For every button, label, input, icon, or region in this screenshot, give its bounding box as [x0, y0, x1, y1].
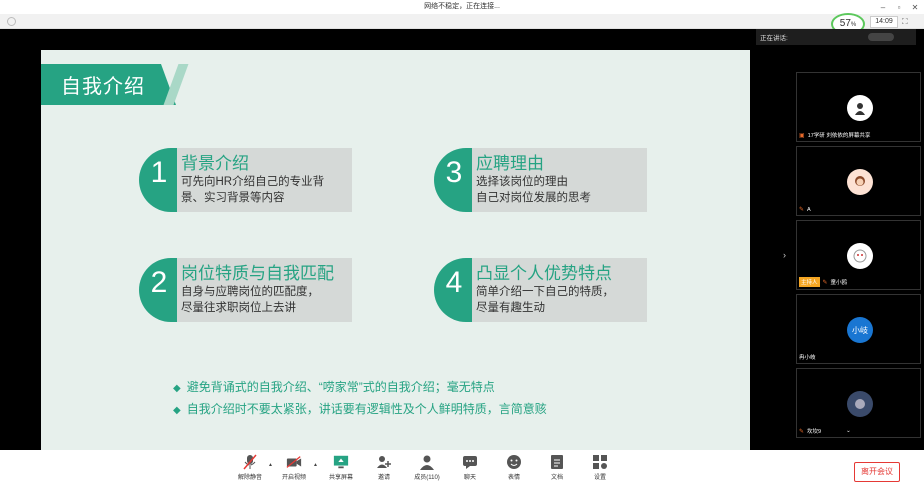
members-button[interactable]: 成员(110) — [407, 454, 447, 481]
slide-card-2: 2 岗位特质与自我匹配 自身与应聘岗位的匹配度， 尽量往求职岗位上去讲 — [139, 258, 354, 322]
slide-bullet: ◆ 避免背诵式的自我介绍、“唠家常”式的自我介绍；毫无特点 — [173, 380, 495, 394]
share-screen-button[interactable]: 共享屏幕 — [321, 454, 361, 481]
mic-muted-icon — [242, 454, 258, 470]
participant-name: 坎坎9 — [807, 429, 822, 435]
video-tile[interactable]: ✎ A — [796, 146, 921, 216]
window-title: 网络不稳定，正在连接... — [424, 3, 500, 10]
diamond-bullet-icon: ◆ — [173, 405, 181, 416]
slide-bullet: ◆ 自我介绍时不要太紧张，讲话要有逻辑性及个人鲜明特质，言简意赅 — [173, 402, 547, 416]
emoji-icon — [506, 454, 522, 470]
video-tile[interactable]: ✎ 坎坎9 ⌄ — [796, 368, 921, 438]
network-unit: % — [850, 22, 857, 28]
network-percent: 57 — [839, 18, 851, 29]
leave-meeting-button[interactable]: 离开会议 — [854, 462, 900, 482]
avatar — [847, 169, 873, 195]
speaking-label: 正在讲话: — [760, 35, 788, 42]
avatar: 小岐 — [847, 317, 873, 343]
mic-icon: ✎ — [822, 279, 828, 286]
documents-button[interactable]: 文档 — [537, 454, 577, 481]
fullscreen-icon[interactable]: ⛶ — [902, 17, 908, 27]
close-button[interactable]: ✕ — [910, 3, 920, 12]
members-icon — [419, 454, 435, 470]
invite-icon — [376, 454, 392, 470]
meeting-topbar — [0, 14, 924, 29]
card-number: 1 — [150, 156, 168, 189]
meeting-toolbar: 解除静音 ▲ 开启视频 ▲ 共享屏幕 邀请 成员(110) 聊天 表情 文档 设… — [0, 450, 924, 494]
invite-button[interactable]: 邀请 — [364, 454, 404, 481]
slide-card-1: 1 背景介绍 可先向HR介绍自己的专业背 景、实习背景等内容 — [139, 148, 354, 212]
card-desc-line: 简单介绍一下自己的特质， — [476, 286, 614, 298]
emoji-button[interactable]: 表情 — [494, 454, 534, 481]
card-desc-line: 自己对岗位发展的思考 — [476, 192, 591, 204]
settings-button[interactable]: 设置 — [580, 454, 620, 481]
window-titlebar: 网络不稳定，正在连接... – ▫ ✕ — [0, 0, 924, 14]
speaker-name-blurred — [868, 33, 894, 41]
slide-bullets: ◆ 避免背诵式的自我介绍、“唠家常”式的自我介绍；毫无特点 ◆ 自我介绍时不要太紧张… — [173, 377, 547, 421]
expand-panel-icon[interactable]: › — [783, 250, 786, 260]
slide-card-4: 4 凸显个人优势特点 简单介绍一下自己的特质， 尽量有趣生动 — [434, 258, 649, 322]
maximize-button[interactable]: ▫ — [894, 3, 904, 12]
host-badge: 主持人 — [799, 277, 820, 287]
security-shield-icon[interactable] — [7, 17, 16, 26]
participant-name: 童小鸥 — [830, 280, 848, 286]
mic-icon: ✎ — [799, 428, 805, 435]
card-heading: 凸显个人优势特点 — [476, 264, 612, 283]
screen-share-icon: ▣ — [799, 132, 805, 139]
card-desc-line: 景、实习背景等内容 — [181, 192, 285, 204]
video-tile[interactable]: ▣ 17学研 刘依依的屏幕共享 — [796, 72, 921, 142]
camera-off-icon — [286, 454, 302, 470]
participant-name: 冉小岐 — [799, 355, 816, 361]
start-video-button[interactable]: 开启视频 — [274, 454, 314, 481]
screen-share-icon — [333, 454, 349, 470]
card-heading: 背景介绍 — [181, 154, 249, 173]
card-desc-line: 选择该岗位的理由 — [476, 176, 568, 188]
video-options-caret[interactable]: ▲ — [313, 462, 318, 468]
card-heading: 应聘理由 — [476, 154, 544, 173]
audio-options-caret[interactable]: ▲ — [268, 462, 273, 468]
avatar — [847, 391, 873, 417]
card-desc-line: 尽量往求职岗位上去讲 — [181, 302, 296, 314]
shared-slide: 自我介绍 1 背景介绍 可先向HR介绍自己的专业背 景、实习背景等内容 3 应聘… — [41, 50, 750, 453]
chat-icon — [462, 454, 478, 470]
mic-icon: ✎ — [799, 207, 805, 213]
card-number: 4 — [445, 266, 463, 299]
speaking-header: 正在讲话: — [756, 29, 916, 45]
card-number: 3 — [445, 156, 463, 189]
card-heading: 岗位特质与自我匹配 — [181, 264, 334, 283]
participant-name: A — [807, 206, 811, 213]
settings-icon — [592, 454, 608, 470]
card-desc-line: 自身与应聘岗位的匹配度， — [181, 286, 319, 298]
document-icon — [549, 454, 565, 470]
meeting-clock: 14:09 — [870, 16, 898, 28]
video-tile[interactable]: 主持人 ✎ 童小鸥 — [796, 220, 921, 290]
card-desc-line: 可先向HR介绍自己的专业背 — [181, 176, 325, 188]
avatar — [847, 243, 873, 269]
card-desc-line: 尽量有趣生动 — [476, 302, 545, 314]
slide-card-3: 3 应聘理由 选择该岗位的理由 自己对岗位发展的思考 — [434, 148, 649, 212]
participant-name: 17学研 刘依依的屏幕共享 — [807, 133, 871, 139]
minimize-button[interactable]: – — [878, 3, 888, 12]
card-number: 2 — [150, 266, 168, 299]
video-tile[interactable]: 小岐 冉小岐 — [796, 294, 921, 364]
avatar — [847, 95, 873, 121]
diamond-bullet-icon: ◆ — [173, 383, 181, 394]
unmute-button[interactable]: 解除静音 — [230, 454, 270, 481]
slide-title: 自我介绍 — [61, 76, 145, 98]
chat-button[interactable]: 聊天 — [450, 454, 490, 481]
chevron-down-icon[interactable]: ⌄ — [846, 428, 851, 434]
